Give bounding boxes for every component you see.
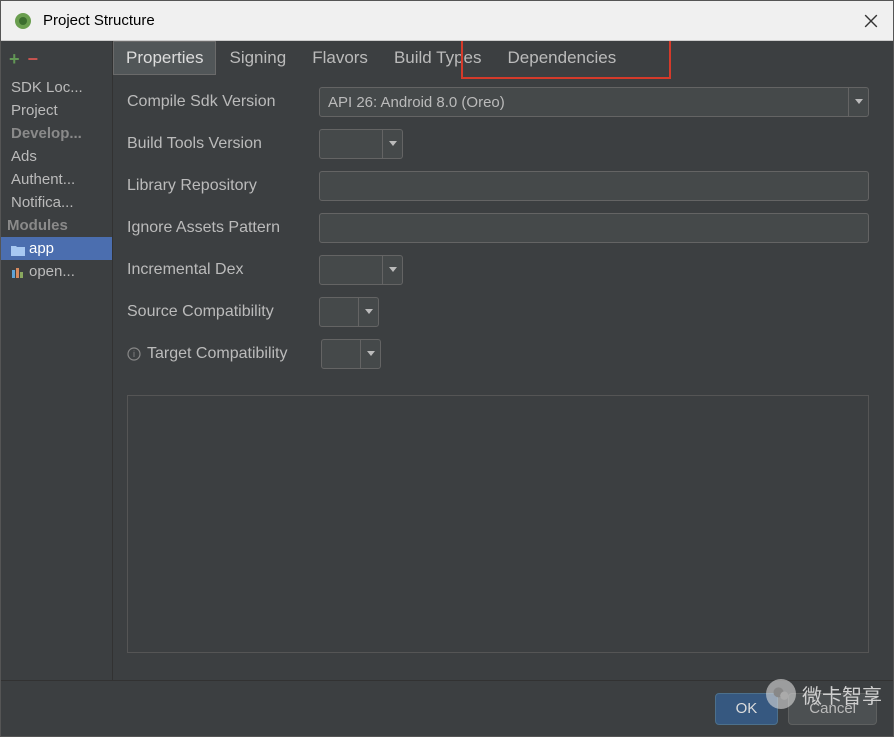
sidebar: + − SDK Loc... Project Develop... Ads Au… xyxy=(1,41,113,680)
folder-icon xyxy=(11,243,25,255)
chevron-down-icon[interactable] xyxy=(358,298,378,326)
sidebar-item-notifications[interactable]: Notifica... xyxy=(1,191,112,214)
tab-build-types[interactable]: Build Types xyxy=(381,41,495,75)
label-compile-sdk: Compile Sdk Version xyxy=(127,93,319,111)
label-library-repo: Library Repository xyxy=(127,177,319,195)
sidebar-item-developer-services[interactable]: Develop... xyxy=(1,122,112,145)
chevron-down-icon[interactable] xyxy=(848,88,868,116)
sidebar-modules-header: Modules xyxy=(1,214,112,237)
titlebar: Project Structure xyxy=(1,1,893,41)
label-ignore-assets: Ignore Assets Pattern xyxy=(127,219,319,237)
sidebar-module-app[interactable]: app xyxy=(1,237,112,260)
sidebar-module-open[interactable]: open... xyxy=(1,260,112,283)
footer: OK Cancel xyxy=(1,680,893,736)
module-label: app xyxy=(29,240,54,257)
sidebar-item-project[interactable]: Project xyxy=(1,99,112,122)
tab-dependencies[interactable]: Dependencies xyxy=(495,41,630,75)
label-source-compat: Source Compatibility xyxy=(127,303,319,321)
source-compat-combo[interactable] xyxy=(319,297,379,327)
sidebar-item-ads[interactable]: Ads xyxy=(1,145,112,168)
tab-properties[interactable]: Properties xyxy=(113,41,216,75)
target-compat-combo[interactable] xyxy=(321,339,381,369)
ignore-assets-input[interactable] xyxy=(319,213,869,243)
help-icon[interactable]: i xyxy=(127,347,141,361)
sidebar-toolbar: + − xyxy=(1,45,112,76)
form-area: Compile Sdk Version API 26: Android 8.0 … xyxy=(113,75,883,387)
chevron-down-icon[interactable] xyxy=(360,340,380,368)
main-panel: Properties Signing Flavors Build Types D… xyxy=(113,41,893,680)
remove-icon[interactable]: − xyxy=(28,49,39,70)
incremental-dex-combo[interactable] xyxy=(319,255,403,285)
close-icon[interactable] xyxy=(861,11,881,31)
library-repo-input[interactable] xyxy=(319,171,869,201)
build-tools-combo[interactable] xyxy=(319,129,403,159)
compile-sdk-combo[interactable]: API 26: Android 8.0 (Oreo) xyxy=(319,87,869,117)
window-title: Project Structure xyxy=(43,12,861,29)
ok-button[interactable]: OK xyxy=(715,693,779,725)
module-label: open... xyxy=(29,263,75,280)
tab-signing[interactable]: Signing xyxy=(216,41,299,75)
sidebar-item-authentication[interactable]: Authent... xyxy=(1,168,112,191)
svg-text:i: i xyxy=(133,349,135,359)
app-icon xyxy=(13,11,33,31)
label-incremental-dex: Incremental Dex xyxy=(127,261,319,279)
sidebar-item-sdk-location[interactable]: SDK Loc... xyxy=(1,76,112,99)
chevron-down-icon[interactable] xyxy=(382,256,402,284)
tabs: Properties Signing Flavors Build Types D… xyxy=(113,41,883,75)
label-target-compat: Target Compatibility xyxy=(147,345,321,363)
compile-sdk-value: API 26: Android 8.0 (Oreo) xyxy=(328,94,844,111)
tab-flavors[interactable]: Flavors xyxy=(299,41,381,75)
add-icon[interactable]: + xyxy=(9,49,20,70)
bars-icon xyxy=(11,266,25,278)
label-build-tools: Build Tools Version xyxy=(127,135,319,153)
options-panel xyxy=(127,395,869,653)
cancel-button[interactable]: Cancel xyxy=(788,693,877,725)
chevron-down-icon[interactable] xyxy=(382,130,402,158)
